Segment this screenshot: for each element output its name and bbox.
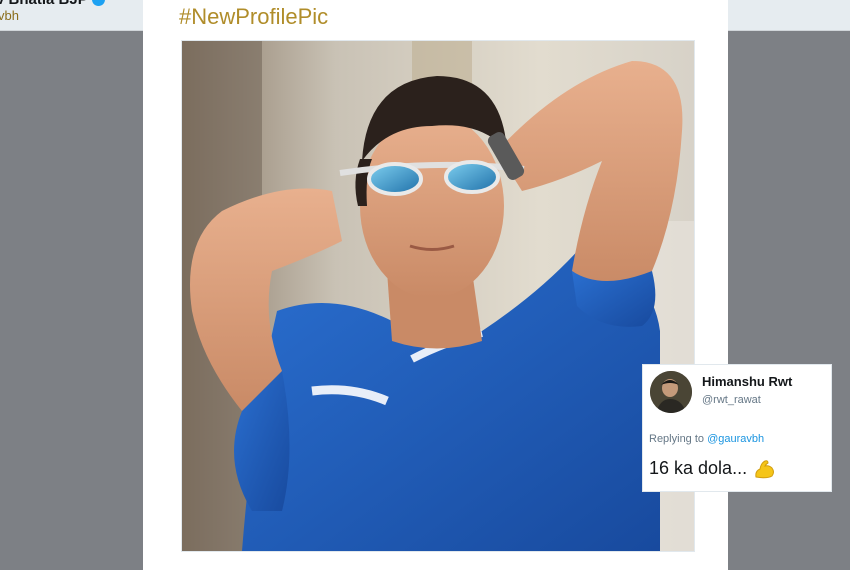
reply-card: Himanshu Rwt @rwt_rawat Replying to @gau… (642, 364, 832, 492)
hashtag-link[interactable]: #NewProfilePic (179, 4, 328, 30)
reply-text-line: 16 ka dola... (649, 457, 776, 481)
background-author-handle[interactable]: vbh (0, 8, 19, 23)
tweet-photo[interactable] (181, 40, 695, 552)
verified-icon (91, 0, 105, 6)
background-author-name[interactable]: v Bhatia BJP (0, 0, 105, 8)
reply-text: 16 ka dola... (649, 457, 748, 478)
reply-author-name[interactable]: Himanshu Rwt (702, 374, 792, 389)
avatar-image (650, 371, 692, 413)
reply-author-handle[interactable]: @rwt_rawat (702, 394, 761, 406)
replying-to-line: Replying to @gauravbh (649, 433, 764, 445)
profile-photo-illustration (182, 41, 694, 551)
replying-label: Replying to (649, 433, 705, 445)
tweet-card: #NewProfilePic (143, 0, 728, 570)
flexed-biceps-icon (755, 460, 775, 479)
replying-to-mention[interactable]: @gauravbh (707, 433, 764, 445)
reply-avatar[interactable] (650, 371, 692, 413)
